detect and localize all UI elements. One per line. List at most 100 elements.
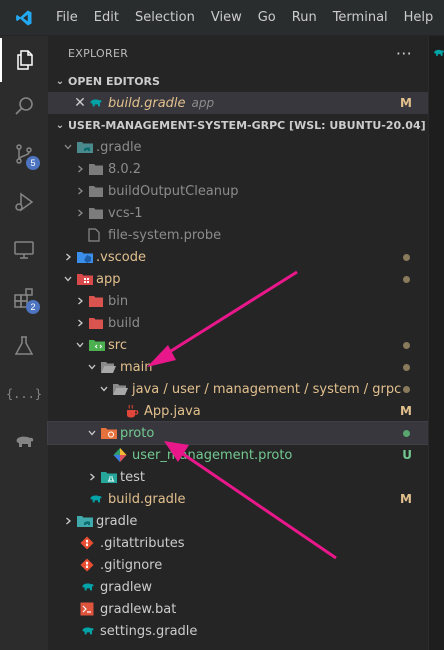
activity-bar: 5 2 {...} xyxy=(0,36,48,650)
search-icon[interactable] xyxy=(0,84,48,128)
chevron-down-icon: ⌄ xyxy=(55,119,65,131)
tree-folder-vcs-1[interactable]: vcs-1 xyxy=(48,202,428,224)
open-editor-item[interactable]: ✕ build.gradle app M xyxy=(48,92,428,114)
run-debug-icon[interactable] xyxy=(0,180,48,224)
modified-status: M xyxy=(400,404,412,418)
tree-folder-8-0-2[interactable]: 8.0.2 xyxy=(48,158,428,180)
explorer-icon[interactable] xyxy=(0,38,48,82)
test-folder-icon xyxy=(100,466,120,488)
tree-folder-main[interactable]: main xyxy=(48,356,428,378)
tree-folder-test[interactable]: test xyxy=(48,466,428,488)
gradle-folder-icon xyxy=(76,136,96,158)
tree-file-gitattributes[interactable]: .gitattributes xyxy=(48,532,428,554)
menu-help[interactable]: Help xyxy=(396,0,442,36)
remote-explorer-icon[interactable] xyxy=(0,228,48,272)
tree-file-gitignore[interactable]: .gitignore xyxy=(48,554,428,576)
tree-folder-bin[interactable]: bin xyxy=(48,290,428,312)
editor-area-edge xyxy=(428,36,444,650)
folder-icon xyxy=(88,158,108,180)
src-folder-icon xyxy=(88,334,108,356)
gradle-file-icon xyxy=(80,576,100,598)
chevron-right-icon xyxy=(60,510,76,532)
tree-folder-build-output-cleanup[interactable]: buildOutputCleanup xyxy=(48,180,428,202)
tree-folder-src[interactable]: src xyxy=(48,334,428,356)
tree-folder-java-package[interactable]: java / user / management / system / grpc xyxy=(48,378,428,400)
build-folder-icon xyxy=(88,312,108,334)
gradle-file-icon xyxy=(88,488,108,510)
tree-folder-vscode[interactable]: .vscode xyxy=(48,246,428,268)
chevron-down-icon xyxy=(84,356,100,378)
java-file-icon xyxy=(124,400,144,422)
workspace-header[interactable]: ⌄ USER-MANAGEMENT-SYSTEM-GRPC [WSL: UBUN… xyxy=(48,114,428,136)
menu-terminal[interactable]: Terminal xyxy=(325,0,396,36)
git-icon xyxy=(80,532,100,554)
git-icon xyxy=(80,554,100,576)
chevron-down-icon xyxy=(84,422,100,444)
explorer-header: EXPLORER ··· xyxy=(48,36,428,70)
modified-dot xyxy=(403,276,410,283)
gradle-file-icon xyxy=(88,92,108,114)
extensions-icon[interactable]: 2 xyxy=(0,276,48,320)
tree-file-system-probe[interactable]: file-system.probe xyxy=(48,224,428,246)
extensions-badge: 2 xyxy=(26,300,40,314)
chevron-right-icon xyxy=(72,290,88,312)
scm-badge: 5 xyxy=(26,156,40,170)
vscode-folder-icon xyxy=(76,246,96,268)
proto-folder-icon xyxy=(100,422,120,444)
chevron-right-icon xyxy=(72,158,88,180)
folder-icon xyxy=(88,180,108,202)
tree-file-settings-gradle[interactable]: settings.gradle xyxy=(48,620,428,642)
title-bar: File Edit Selection View Go Run Terminal… xyxy=(0,0,444,36)
chevron-right-icon xyxy=(60,246,76,268)
menu-file[interactable]: File xyxy=(48,0,86,36)
untracked-status: U xyxy=(402,448,412,462)
file-icon xyxy=(88,224,108,246)
terminal-file-icon xyxy=(80,598,100,620)
explorer-sidebar: EXPLORER ··· ⌄ OPEN EDITORS ✕ build.grad… xyxy=(47,36,429,650)
menu-run[interactable]: Run xyxy=(284,0,325,36)
proto-file-icon xyxy=(112,444,132,466)
open-editor-filename: build.gradle xyxy=(108,95,186,111)
gradle-elephant-icon[interactable] xyxy=(0,420,48,464)
chevron-down-icon xyxy=(72,334,88,356)
modified-status: M xyxy=(400,492,412,506)
chevron-down-icon xyxy=(96,378,112,400)
tree-folder-app[interactable]: app xyxy=(48,268,428,290)
vscode-logo-icon xyxy=(0,0,48,36)
open-editors-title: OPEN EDITORS xyxy=(68,74,160,88)
modified-dot xyxy=(403,254,410,261)
menu-go[interactable]: Go xyxy=(250,0,284,36)
open-editors-header[interactable]: ⌄ OPEN EDITORS xyxy=(48,70,428,92)
gradle-tab-icon xyxy=(434,49,444,56)
chevron-right-icon xyxy=(72,180,88,202)
tree-folder-gradle-cache[interactable]: .gradle xyxy=(48,136,428,158)
gradle-folder-icon xyxy=(76,510,96,532)
chevron-right-icon xyxy=(72,312,88,334)
chevron-down-icon xyxy=(60,136,76,158)
source-control-icon[interactable]: 5 xyxy=(0,132,48,176)
menu-selection[interactable]: Selection xyxy=(127,0,203,36)
chevron-right-icon xyxy=(72,202,88,224)
tree-folder-proto[interactable]: proto xyxy=(47,421,429,445)
testing-flask-icon[interactable] xyxy=(0,324,48,368)
tree-file-gradlew-bat[interactable]: gradlew.bat xyxy=(48,598,428,620)
chevron-down-icon xyxy=(60,268,76,290)
chevron-right-icon xyxy=(84,466,100,488)
open-editor-status: M xyxy=(400,96,412,110)
tree-folder-gradle[interactable]: gradle xyxy=(48,510,428,532)
menu-edit[interactable]: Edit xyxy=(86,0,127,36)
close-icon[interactable]: ✕ xyxy=(72,92,88,114)
json-braces-icon[interactable]: {...} xyxy=(0,372,48,416)
more-actions-icon[interactable]: ··· xyxy=(396,44,412,63)
bin-folder-icon xyxy=(88,290,108,312)
tree-file-user-management-proto[interactable]: user_management.proto U xyxy=(48,444,428,466)
folder-open-icon xyxy=(112,378,132,400)
untracked-dot xyxy=(403,430,410,437)
explorer-title: EXPLORER xyxy=(68,46,129,60)
chevron-down-icon: ⌄ xyxy=(55,75,65,87)
tree-folder-build[interactable]: build xyxy=(48,312,428,334)
tree-file-app-java[interactable]: App.java M xyxy=(48,400,428,422)
tree-file-gradlew[interactable]: gradlew xyxy=(48,576,428,598)
menu-view[interactable]: View xyxy=(203,0,250,36)
tree-file-app-build-gradle[interactable]: build.gradle M xyxy=(48,488,428,510)
